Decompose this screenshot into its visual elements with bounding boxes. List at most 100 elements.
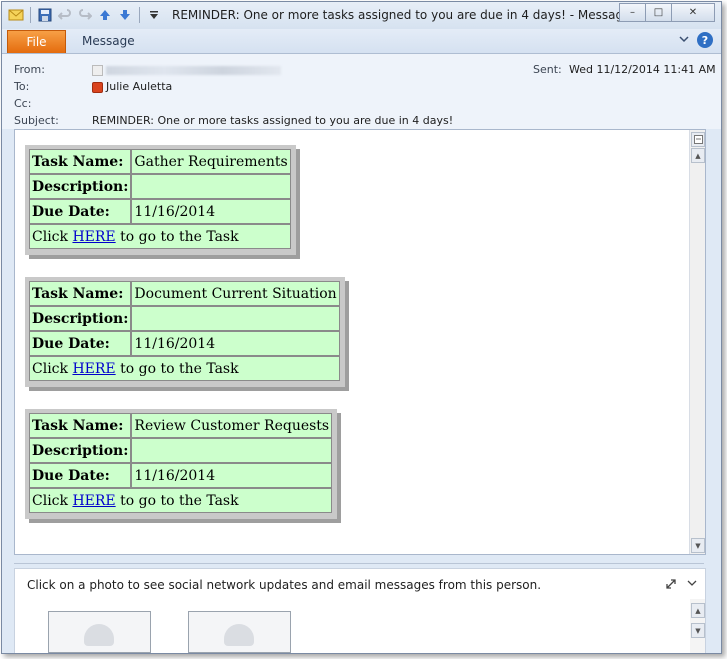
description-label: Description: (29, 438, 132, 463)
task-link[interactable]: HERE (72, 493, 115, 509)
due-date-value: 11/16/2014 (131, 331, 340, 356)
people-pane-message: Click on a photo to see social network u… (27, 578, 542, 592)
task-name-value: Gather Requirements (131, 149, 291, 174)
click-prefix: Click (32, 492, 73, 509)
task-link-text: Click HERE to go to the Task (29, 488, 333, 513)
divider (14, 563, 704, 564)
task-link-row: Click HERE to go to the Task (29, 224, 291, 249)
quick-access-toolbar (8, 7, 162, 23)
envelope-icon[interactable] (8, 7, 24, 23)
ribbon-tabs: File Message ? (2, 29, 721, 54)
due-date-label: Due Date: (29, 463, 132, 488)
task-card: Task Name: Review Customer Requests Desc… (25, 409, 338, 519)
to-value[interactable]: Julie Auletta (92, 80, 172, 93)
task-name-label: Task Name: (29, 281, 132, 306)
description-label: Description: (29, 174, 132, 199)
task-name-label: Task Name: (29, 413, 132, 438)
task-card: Task Name: Document Current Situation De… (25, 277, 345, 387)
message-window: REMINDER: One or more tasks assigned to … (1, 1, 722, 654)
task-card: Task Name: Gather Requirements Descripti… (25, 145, 296, 255)
task-name-value: Review Customer Requests (131, 413, 333, 438)
task-link[interactable]: HERE (72, 229, 115, 245)
due-date-value: 11/16/2014 (131, 199, 291, 224)
window-controls: – □ ✕ (619, 3, 715, 22)
message-body: Task Name: Gather Requirements Descripti… (14, 129, 706, 555)
due-date-row: Due Date: 11/16/2014 (29, 199, 291, 224)
ribbon-right-controls: ? (679, 32, 713, 48)
due-date-label: Due Date: (29, 199, 132, 224)
description-value (131, 438, 333, 463)
task-link-text: Click HERE to go to the Task (29, 356, 340, 381)
close-button[interactable]: ✕ (671, 3, 715, 22)
minimize-button[interactable]: – (619, 3, 646, 22)
tab-message[interactable]: Message (82, 34, 135, 48)
minimize-ribbon-icon[interactable] (679, 35, 689, 46)
click-suffix: to go to the Task (115, 492, 239, 509)
scroll-down-icon[interactable]: ▼ (691, 623, 705, 638)
to-label: To: (14, 80, 30, 93)
dropdown-icon[interactable] (146, 7, 162, 23)
help-icon[interactable]: ? (697, 32, 713, 48)
collapse-icon[interactable] (687, 577, 697, 590)
person-photo[interactable] (48, 611, 151, 653)
scroll-up-icon[interactable]: ▲ (691, 603, 705, 618)
description-row: Description: (29, 306, 340, 331)
body-scrollbar[interactable]: ▲ ▼ (689, 130, 705, 554)
person-placeholder-icon (224, 624, 254, 646)
due-date-value: 11/16/2014 (131, 463, 333, 488)
save-icon[interactable] (37, 7, 53, 23)
task-link-text: Click HERE to go to the Task (29, 224, 291, 249)
click-suffix: to go to the Task (115, 360, 239, 377)
from-value[interactable] (92, 63, 281, 76)
expand-icon[interactable] (665, 578, 677, 593)
click-suffix: to go to the Task (115, 228, 239, 245)
toolbar-divider (30, 7, 31, 23)
description-value (131, 306, 340, 331)
arrow-down-icon[interactable] (117, 7, 133, 23)
person-placeholder-icon (84, 624, 114, 646)
subject-value: REMINDER: One or more tasks assigned to … (92, 114, 454, 127)
task-name-row: Task Name: Review Customer Requests (29, 413, 333, 438)
people-pane-scrollbar[interactable]: ▲ ▼ (690, 599, 705, 653)
toolbar-divider (139, 7, 140, 23)
description-row: Description: (29, 174, 291, 199)
scroll-down-icon[interactable]: ▼ (691, 538, 705, 553)
presence-icon (92, 81, 103, 93)
scroll-up-icon[interactable]: ▲ (691, 148, 705, 163)
undo-icon[interactable] (57, 7, 73, 23)
task-name-row: Task Name: Gather Requirements (29, 149, 291, 174)
description-value (131, 174, 291, 199)
redo-icon[interactable] (77, 7, 93, 23)
click-prefix: Click (32, 360, 73, 377)
due-date-label: Due Date: (29, 331, 132, 356)
task-link[interactable]: HERE (72, 361, 115, 377)
recipient-name: Julie Auletta (106, 80, 173, 93)
task-name-row: Task Name: Document Current Situation (29, 281, 340, 306)
people-pane: Click on a photo to see social network u… (14, 568, 706, 653)
person-photo[interactable] (188, 611, 291, 653)
presence-unknown-icon (92, 64, 103, 76)
due-date-row: Due Date: 11/16/2014 (29, 463, 333, 488)
task-table: Task Name: Document Current Situation De… (29, 281, 340, 381)
task-link-row: Click HERE to go to the Task (29, 356, 340, 381)
subject-label: Subject: (14, 114, 59, 127)
description-label: Description: (29, 306, 132, 331)
scroll-split-icon[interactable] (691, 132, 705, 147)
redacted-sender (106, 65, 281, 75)
arrow-up-icon[interactable] (97, 7, 113, 23)
click-prefix: Click (32, 228, 73, 245)
task-name-value: Document Current Situation (131, 281, 340, 306)
title-bar: REMINDER: One or more tasks assigned to … (2, 2, 721, 29)
window-title: REMINDER: One or more tasks assigned to … (172, 8, 651, 22)
message-header: From: Sent: Wed 11/12/2014 11:41 AM To: … (2, 54, 721, 129)
from-label: From: (14, 63, 45, 76)
tab-file[interactable]: File (7, 30, 66, 53)
sent-value: Wed 11/12/2014 11:41 AM (569, 63, 716, 76)
task-table: Task Name: Review Customer Requests Desc… (29, 413, 333, 513)
maximize-button[interactable]: □ (645, 3, 672, 22)
task-link-row: Click HERE to go to the Task (29, 488, 333, 513)
task-name-label: Task Name: (29, 149, 132, 174)
task-table: Task Name: Gather Requirements Descripti… (29, 149, 291, 249)
sent-label: Sent: (533, 63, 562, 76)
cc-label: Cc: (14, 97, 32, 110)
